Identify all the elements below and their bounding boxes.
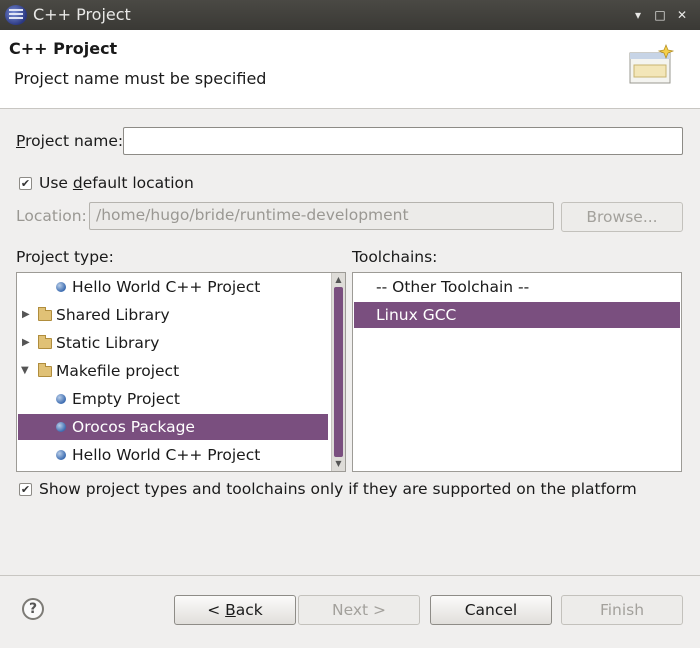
show-supported-checkbox[interactable]: ✔ (19, 483, 32, 496)
location-label: Location: (16, 207, 87, 225)
button-bar-divider (0, 575, 700, 576)
window-title: C++ Project (33, 5, 131, 24)
window-titlebar[interactable]: C++ Project ▾ □ ✕ (0, 0, 700, 30)
toolchains-list[interactable]: -- Other Toolchain -- Linux GCC (352, 272, 682, 472)
maximize-button[interactable]: □ (652, 7, 668, 23)
tree-item-orocos-package[interactable]: Orocos Package (18, 414, 328, 440)
project-type-tree[interactable]: Hello World C++ Project ▶ Shared Library… (16, 272, 346, 472)
project-name-label: Project name: (16, 132, 124, 150)
browse-button[interactable]: Browse... (561, 202, 683, 232)
next-button[interactable]: Next > (298, 595, 420, 625)
new-project-wizard-icon (629, 44, 674, 84)
tree-item-shared-library[interactable]: ▶ Shared Library (18, 302, 333, 328)
minimize-button[interactable]: ▾ (630, 7, 646, 23)
use-default-location-checkbox[interactable]: ✔ (19, 177, 32, 190)
finish-button[interactable]: Finish (561, 595, 683, 625)
use-default-location-label: Use default location (39, 174, 194, 192)
location-input[interactable]: /home/hugo/bride/runtime-development (89, 202, 554, 230)
project-type-label: Project type: (16, 248, 114, 266)
folder-icon (38, 307, 52, 321)
open-folder-icon (38, 363, 52, 377)
expand-arrow-icon[interactable]: ▶ (22, 302, 30, 328)
toolchain-item-other[interactable]: -- Other Toolchain -- (354, 274, 680, 300)
toolchains-label: Toolchains: (352, 248, 438, 266)
project-template-icon (56, 282, 66, 292)
project-template-icon (56, 450, 66, 460)
back-button[interactable]: < Back (174, 595, 296, 625)
collapse-arrow-icon[interactable]: ▼ (21, 358, 29, 384)
cancel-button[interactable]: Cancel (430, 595, 552, 625)
project-template-icon (56, 422, 66, 432)
project-name-input[interactable] (123, 127, 683, 155)
tree-item-hello-world-1[interactable]: Hello World C++ Project (18, 274, 333, 300)
tree-item-hello-world-2[interactable]: Hello World C++ Project (18, 442, 333, 468)
tree-item-empty-project[interactable]: Empty Project (18, 386, 333, 412)
toolchain-item-linux-gcc[interactable]: Linux GCC (354, 302, 680, 328)
project-type-scrollbar[interactable]: ▲ ▼ (331, 273, 345, 471)
scroll-up-arrow-icon[interactable]: ▲ (332, 274, 345, 286)
close-button[interactable]: ✕ (674, 7, 690, 23)
wizard-banner: C++ Project Project name must be specifi… (0, 30, 700, 109)
scrollbar-thumb[interactable] (334, 287, 343, 457)
tree-item-makefile-project[interactable]: ▼ Makefile project (18, 358, 333, 384)
wizard-message: Project name must be specified (14, 69, 267, 88)
show-supported-label: Show project types and toolchains only i… (39, 480, 637, 498)
help-icon[interactable]: ? (22, 598, 44, 620)
tree-item-static-library[interactable]: ▶ Static Library (18, 330, 333, 356)
eclipse-icon (5, 5, 27, 25)
wizard-title: C++ Project (9, 39, 118, 58)
project-template-icon (56, 394, 66, 404)
scroll-down-arrow-icon[interactable]: ▼ (332, 458, 345, 470)
folder-icon (38, 335, 52, 349)
expand-arrow-icon[interactable]: ▶ (22, 330, 30, 356)
